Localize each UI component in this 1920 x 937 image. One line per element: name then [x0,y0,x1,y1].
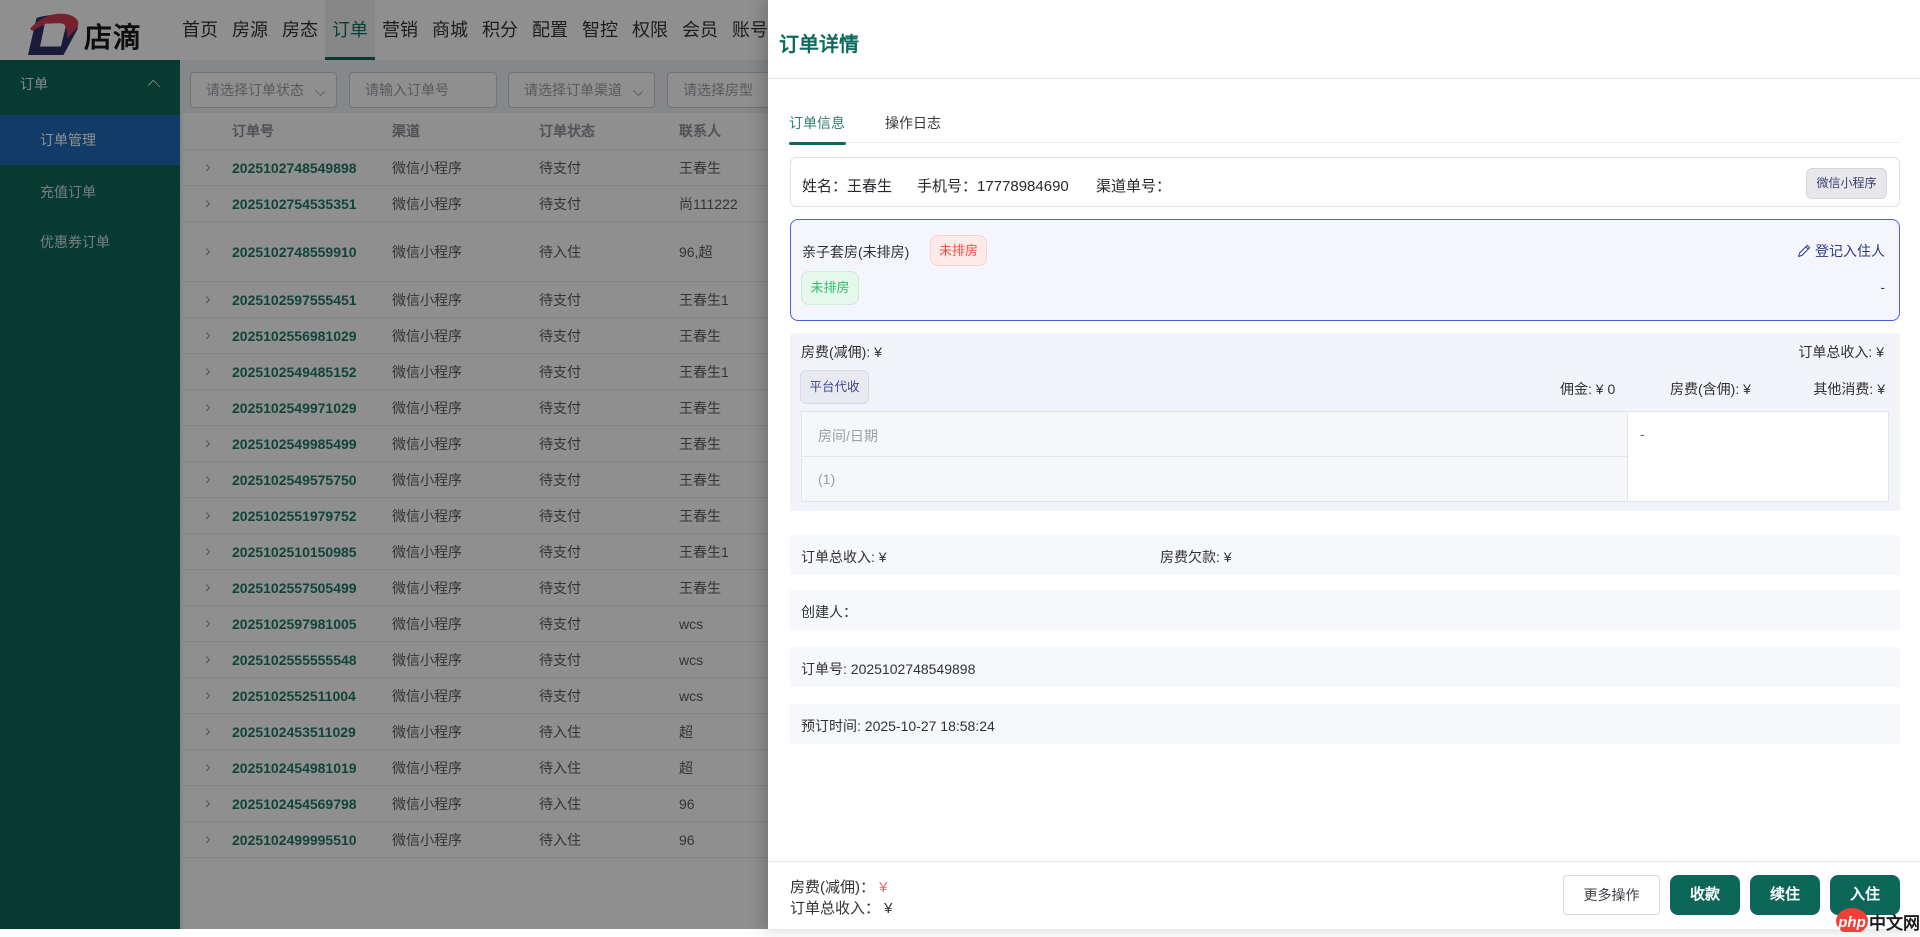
svg-text:php: php [1837,914,1866,931]
svg-text:中文网: 中文网 [1869,913,1920,932]
